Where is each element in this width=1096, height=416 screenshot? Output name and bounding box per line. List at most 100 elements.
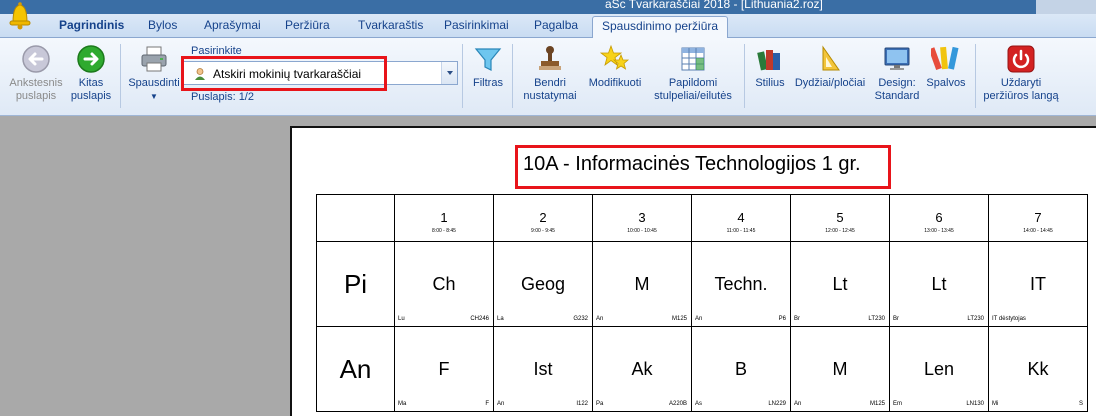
lesson-room: LT230 [967,316,984,322]
period-header: 1 8:00 - 8:45 [394,194,494,242]
next-page-button[interactable]: Kitas puslapis [68,44,114,103]
lesson-cell[interactable]: Techn. An P6 [691,241,791,327]
table-columns-icon [681,47,705,71]
period-header: 2 9:00 - 9:45 [493,194,593,242]
tab-bylos[interactable]: Bylos [148,18,177,32]
lesson-teacher: La [497,316,504,322]
extra-columns-button[interactable]: Papildomi stulpeliai/eilutės [648,44,738,103]
period-header-row: 1 8:00 - 8:45 2 9:00 - 9:45 3 10:00 - 10:45… [316,194,1088,242]
lesson-room: I122 [576,401,588,407]
period-time: 14:00 - 14:45 [1023,228,1053,234]
tab-tvarkarastis[interactable]: Tvarkaraštis [358,18,423,32]
lesson-cell[interactable]: IT IT dėstytojas [988,241,1088,327]
ribbon-separator [512,44,513,108]
ribbon-toolbar: Ankstesnis puslapis Kitas puslapis Spaus… [0,38,1096,116]
stars-icon [600,44,630,70]
lesson-cell[interactable]: Len Em LN130 [889,326,989,412]
lesson-subject: M [634,274,650,294]
lesson-teacher: An [794,401,802,407]
common-settings-label-2: nustatymai [523,90,577,102]
lesson-cell[interactable]: Kk Mi S [988,326,1088,412]
period-number: 5 [836,210,844,225]
period-header: 6 13:00 - 13:45 [889,194,989,242]
lesson-room: LT230 [868,316,885,322]
lesson-cell[interactable]: B As LN229 [691,326,791,412]
lesson-teacher: Lu [398,316,405,322]
lesson-cell[interactable]: Ak Pa A220B [592,326,692,412]
lesson-room: LN130 [966,401,984,407]
lesson-room: M125 [869,401,885,407]
printer-icon [141,46,167,72]
lesson-room: S [1078,401,1083,407]
period-time: 9:00 - 9:45 [531,228,555,234]
lesson-room: F [485,401,489,407]
chevron-down-icon: ▼ [150,92,158,101]
lesson-cell[interactable]: Lt Br LT230 [790,241,890,327]
lesson-cell[interactable]: M An M125 [592,241,692,327]
modify-button[interactable]: Modifikuoti [584,44,646,90]
colors-label: Spalvos [926,77,966,89]
tab-perziura[interactable]: Peržiūra [285,18,330,32]
lesson-subject: F [438,359,450,379]
filter-button[interactable]: Filtras [470,44,506,90]
lesson-teacher: An [497,401,505,407]
ribbon-separator [462,44,463,108]
lesson-teacher: Pa [596,401,604,407]
tab-spausdinimo-perziura[interactable]: Spausdinimo peržiūra [592,16,729,39]
modify-label: Modifikuoti [588,77,642,89]
power-icon [1007,45,1035,73]
print-label: Spausdinti [128,77,180,89]
period-time: 13:00 - 13:45 [924,228,954,234]
app-menu-bell-icon[interactable] [4,0,36,30]
lesson-cell[interactable]: M An M125 [790,326,890,412]
arrow-right-icon [77,45,105,73]
design-button[interactable]: Design: Standard [872,44,922,103]
tab-pagalba[interactable]: Pagalba [534,18,578,32]
sizes-button[interactable]: Dydžiai/pločiai [790,44,870,90]
lesson-subject: Lt [931,274,947,294]
day-row-pi: Pi Ch Lu CH246 Geog La G232 M An M125 Techn. An… [316,241,1088,327]
select-highlight [181,56,387,91]
lesson-cell[interactable]: Lt Br LT230 [889,241,989,327]
lesson-teacher: As [695,401,703,407]
colors-button[interactable]: Spalvos [924,44,968,90]
timetable-grid: 1 8:00 - 8:45 2 9:00 - 9:45 3 10:00 - 10:45… [316,194,1088,412]
close-preview-button[interactable]: Uždaryti peržiūros langą [978,44,1064,103]
period-number: 7 [1034,210,1042,225]
lesson-cell[interactable]: Ch Lu CH246 [394,241,494,327]
lesson-room: LN229 [768,401,786,407]
arrow-left-icon [22,45,50,73]
previous-page-button[interactable]: Ankstesnis puslapis [8,44,64,103]
lesson-cell[interactable]: Ist An I122 [493,326,593,412]
page-indicator: Puslapis: 1/2 [191,91,254,103]
close-preview-label-1: Uždaryti [1000,77,1042,89]
lesson-cell[interactable]: Geog La G232 [493,241,593,327]
lesson-teacher: An [596,316,604,322]
ribbon-separator [744,44,745,108]
lesson-room: G232 [573,316,588,322]
color-swatches-icon [931,46,959,71]
tab-pasirinkimai[interactable]: Pasirinkimai [444,18,509,32]
ribbon-separator [120,44,121,108]
tab-aprasymai[interactable]: Aprašymai [204,18,261,32]
next-page-label-2: puslapis [70,90,112,102]
style-label: Stilius [755,77,785,89]
lesson-subject: Techn. [714,274,768,294]
filter-label: Filtras [473,77,503,89]
window-controls[interactable] [1036,0,1096,14]
period-number: 4 [737,210,745,225]
lesson-room: CH246 [470,316,489,322]
lesson-teacher: Br [794,316,800,322]
lesson-teacher: An [695,316,703,322]
select-dropdown-arrow-icon[interactable] [441,62,457,84]
style-button[interactable]: Stilius [752,44,788,90]
ribbon-tabs: Pagrindinis Bylos Aprašymai Peržiūra Tva… [0,14,1096,39]
lesson-room: A220B [668,401,687,407]
tab-pagrindinis[interactable]: Pagrindinis [59,18,124,32]
lesson-cell[interactable]: F Ma F [394,326,494,412]
design-label-1: Design: [878,77,916,89]
print-button[interactable]: Spausdinti ▼ [127,44,181,103]
common-settings-button[interactable]: Bendri nustatymai [520,44,580,103]
lesson-teacher: Mi [992,401,999,407]
period-number: 6 [935,210,943,225]
